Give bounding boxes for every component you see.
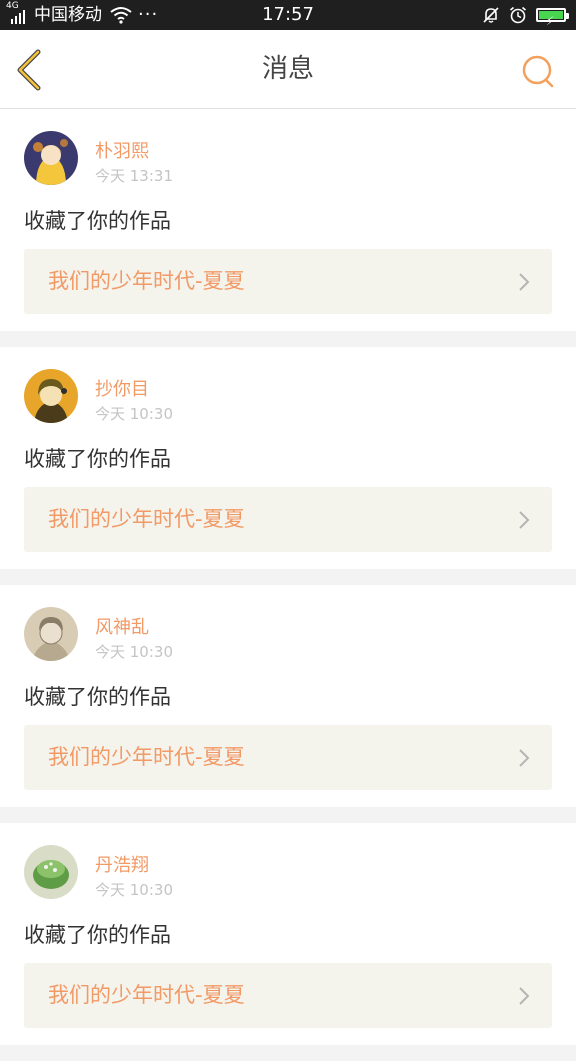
avatar[interactable] bbox=[24, 607, 78, 661]
message-time: 今天 13:31 bbox=[95, 167, 173, 185]
work-link[interactable]: 我们的少年时代-夏夏 bbox=[24, 249, 552, 314]
avatar[interactable] bbox=[24, 369, 78, 423]
action-text: 收藏了你的作品 bbox=[24, 923, 171, 947]
message-item: 丹浩翔 今天 10:30 收藏了你的作品 我们的少年时代-夏夏 bbox=[0, 823, 576, 1045]
work-title: 我们的少年时代-夏夏 bbox=[48, 269, 245, 293]
message-time: 今天 10:30 bbox=[95, 643, 173, 661]
message-item: 风神乱 今天 10:30 收藏了你的作品 我们的少年时代-夏夏 bbox=[0, 585, 576, 807]
message-time: 今天 10:30 bbox=[95, 881, 173, 899]
chevron-right-icon bbox=[519, 749, 530, 767]
message-item: 抄你目 今天 10:30 收藏了你的作品 我们的少年时代-夏夏 bbox=[0, 347, 576, 569]
mute-bell-icon bbox=[483, 7, 499, 23]
work-link[interactable]: 我们的少年时代-夏夏 bbox=[24, 487, 552, 552]
username[interactable]: 风神乱 bbox=[95, 613, 149, 639]
app-header: 消息 bbox=[0, 30, 576, 109]
action-text: 收藏了你的作品 bbox=[24, 685, 171, 709]
chevron-right-icon bbox=[519, 511, 530, 529]
page-title: 消息 bbox=[261, 54, 314, 84]
message-item: 朴羽熙 今天 13:31 收藏了你的作品 我们的少年时代-夏夏 bbox=[0, 109, 576, 331]
alarm-icon bbox=[509, 6, 527, 24]
work-title: 我们的少年时代-夏夏 bbox=[48, 507, 245, 531]
status-right: ⚡ bbox=[482, 0, 569, 30]
action-text: 收藏了你的作品 bbox=[24, 209, 171, 233]
battery-icon: ⚡ bbox=[536, 8, 569, 28]
username[interactable]: 朴羽熙 bbox=[95, 137, 149, 163]
username[interactable]: 丹浩翔 bbox=[95, 851, 149, 877]
avatar[interactable] bbox=[24, 131, 78, 185]
work-title: 我们的少年时代-夏夏 bbox=[48, 745, 245, 769]
work-title: 我们的少年时代-夏夏 bbox=[48, 983, 245, 1007]
avatar[interactable] bbox=[24, 845, 78, 899]
work-link[interactable]: 我们的少年时代-夏夏 bbox=[24, 725, 552, 790]
message-time: 今天 10:30 bbox=[95, 405, 173, 423]
chevron-right-icon bbox=[519, 273, 530, 291]
message-list: 朴羽熙 今天 13:31 收藏了你的作品 我们的少年时代-夏夏 抄你目 今天 1… bbox=[0, 109, 576, 1061]
status-bar: 4G 中国移动 ··· 17:57 ⚡ bbox=[0, 0, 576, 30]
search-icon[interactable] bbox=[520, 54, 556, 90]
work-link[interactable]: 我们的少年时代-夏夏 bbox=[24, 963, 552, 1028]
chevron-right-icon bbox=[519, 987, 530, 1005]
action-text: 收藏了你的作品 bbox=[24, 447, 171, 471]
username[interactable]: 抄你目 bbox=[95, 375, 149, 401]
